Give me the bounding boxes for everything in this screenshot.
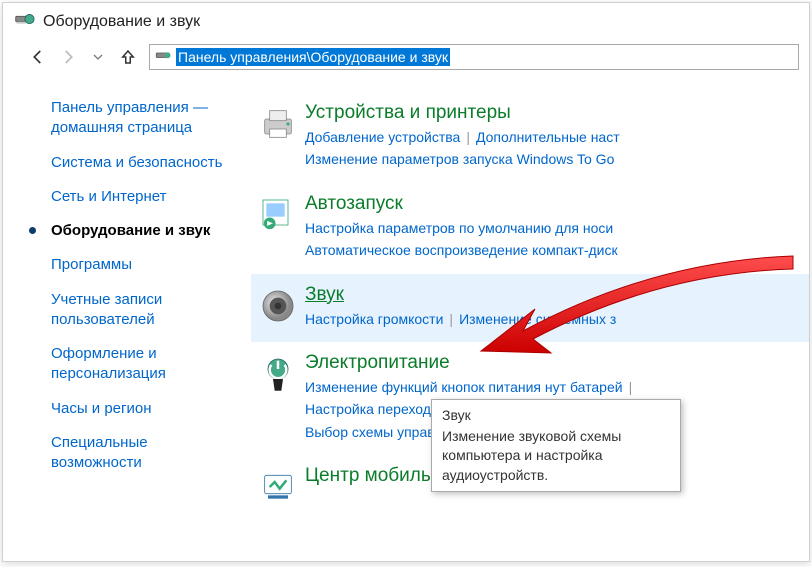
address-icon	[154, 47, 172, 68]
sublink-volume[interactable]: Настройка громкости	[305, 311, 443, 327]
sidebar-item-accessibility[interactable]: Специальные возможности	[23, 433, 241, 474]
sublink-system-sounds[interactable]: Изменение системных з	[459, 311, 616, 327]
history-dropdown[interactable]	[89, 48, 107, 66]
sublink-power-buttons[interactable]: Изменение функций кнопок питания	[305, 379, 541, 395]
sublink-togo[interactable]: Изменение параметров запуска Windows To …	[305, 151, 614, 167]
mobility-icon	[251, 465, 305, 507]
tooltip-body: Изменение звуковой схемы компьютера и на…	[442, 427, 670, 486]
forward-button[interactable]	[59, 48, 77, 66]
category-sound: Звук Настройка громкости|Изменение систе…	[251, 274, 809, 342]
sidebar-item-programs[interactable]: Программы	[23, 255, 241, 275]
sidebar-item-system[interactable]: Система и безопасность	[23, 153, 241, 173]
power-icon	[251, 352, 305, 394]
printer-icon	[251, 102, 305, 144]
tooltip-title: Звук	[442, 406, 670, 426]
speaker-icon	[251, 284, 305, 326]
sublink-battery[interactable]: нут батарей	[545, 379, 623, 395]
category-title[interactable]: Устройства и принтеры	[305, 102, 809, 124]
sidebar-item-hardware-sound[interactable]: Оборудование и звук	[23, 221, 241, 241]
sidebar-item-appearance[interactable]: Оформление и персонализация	[23, 344, 241, 385]
sublink-cd-autoplay[interactable]: Автоматическое воспроизведение компакт-д…	[305, 242, 618, 258]
sublink-advanced[interactable]: Дополнительные наст	[476, 129, 620, 145]
sublink-add-device[interactable]: Добавление устройства	[305, 129, 460, 145]
sublink-default-media[interactable]: Настройка параметров по умолчанию для но…	[305, 220, 613, 236]
sidebar-item-home[interactable]: Панель управления — домашняя страница	[23, 98, 241, 139]
sidebar: Панель управления — домашняя страница Си…	[3, 80, 251, 560]
category-title[interactable]: Электропитание	[305, 352, 809, 374]
category-devices-printers: Устройства и принтеры Добавление устройс…	[251, 92, 809, 183]
window-title: Оборудование и звук	[43, 13, 200, 31]
category-autoplay: Автозапуск Настройка параметров по умолч…	[251, 183, 809, 274]
sidebar-item-accounts[interactable]: Учетные записи пользователей	[23, 290, 241, 331]
address-path: Панель управления\Оборудование и звук	[176, 48, 450, 66]
up-button[interactable]	[119, 48, 137, 66]
address-bar[interactable]: Панель управления\Оборудование и звук	[149, 44, 799, 70]
autoplay-icon	[251, 193, 305, 235]
control-panel-icon	[13, 9, 35, 34]
category-title-sound[interactable]: Звук	[305, 284, 809, 306]
back-button[interactable]	[29, 48, 47, 66]
category-title[interactable]: Автозапуск	[305, 193, 809, 215]
nav-toolbar: Панель управления\Оборудование и звук	[3, 40, 809, 80]
sidebar-item-clock[interactable]: Часы и регион	[23, 399, 241, 419]
sidebar-item-network[interactable]: Сеть и Интернет	[23, 187, 241, 207]
tooltip: Звук Изменение звуковой схемы компьютера…	[431, 399, 681, 492]
titlebar: Оборудование и звук	[3, 3, 809, 40]
